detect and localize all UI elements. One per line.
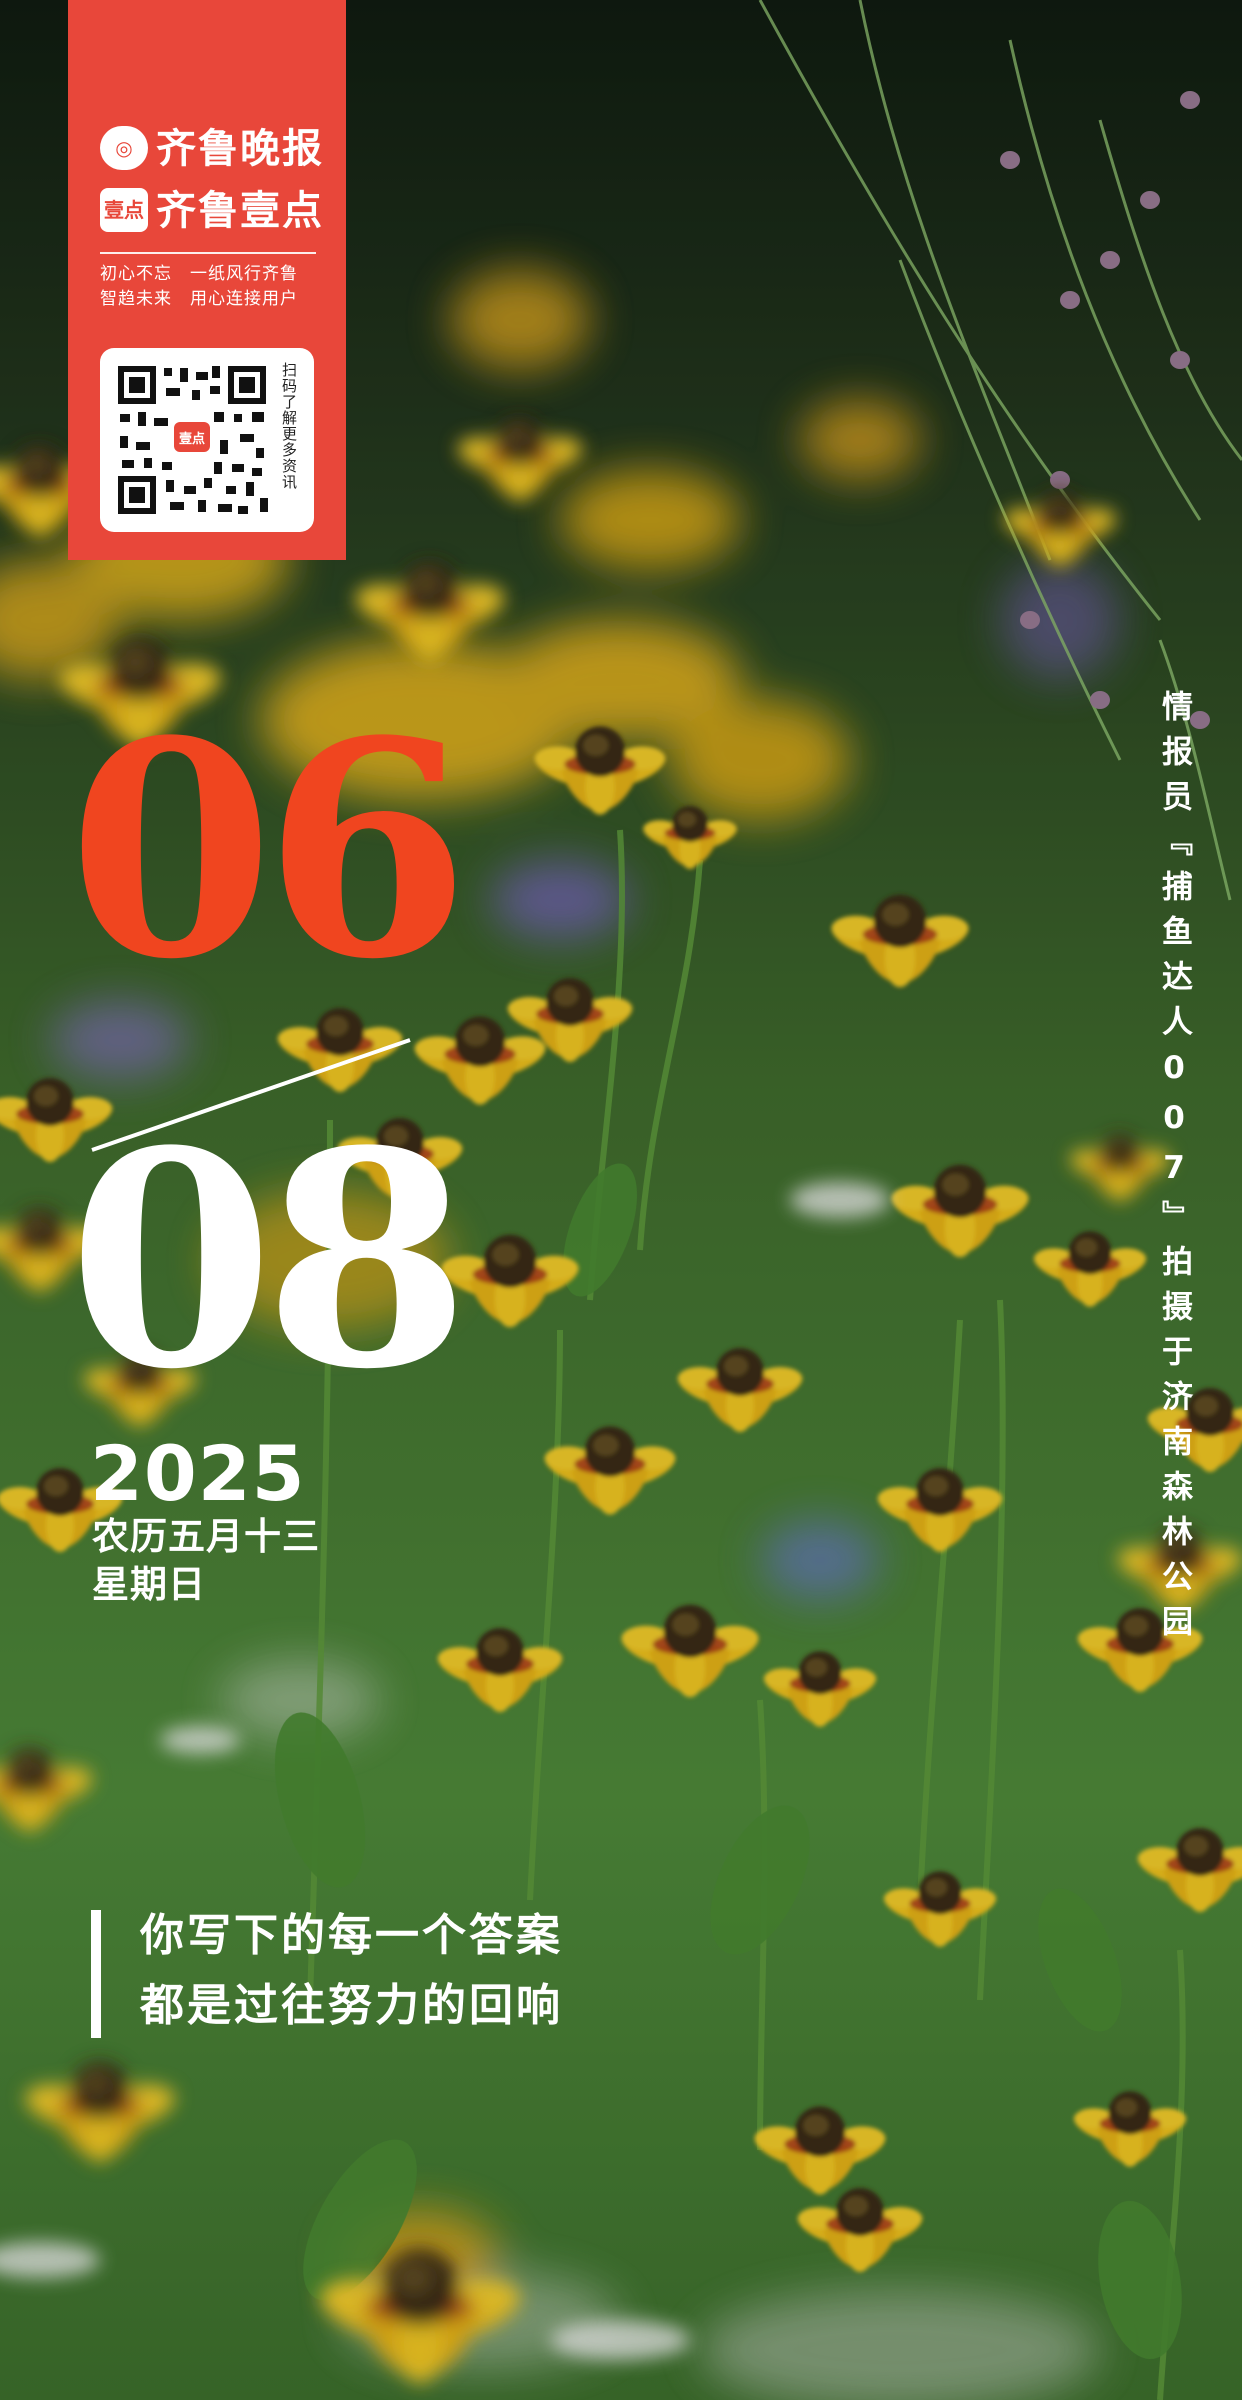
app-mark-icon: 壹点 <box>100 188 148 232</box>
app-name: 齐鲁壹点 <box>156 188 324 234</box>
day-number: 06 <box>68 676 470 1024</box>
divider <box>100 252 316 254</box>
quote-line-1: 你写下的每一个答案 <box>140 1910 563 1961</box>
app-logo: 壹点 齐鲁壹点 <box>100 188 322 238</box>
slogan-line-2: 智趋未来 用心连接用户 <box>100 289 298 309</box>
slogan-line-1: 初心不忘 一纸风行齐鲁 <box>100 264 298 284</box>
quote-line-2: 都是过往努力的回响 <box>140 1980 563 2031</box>
brand-card: ◎ 齐鲁晚报 壹点 齐鲁壹点 初心不忘 一纸风行齐鲁 智趋未来 用心连接用户 壹… <box>68 0 346 560</box>
qr-caption: 扫码了解更多资讯 <box>280 362 298 490</box>
lunar-date: 农历五月十三 <box>92 1515 320 1558</box>
weekday: 星期日 <box>92 1563 206 1606</box>
swirl-logo-icon: ◎ <box>100 126 148 170</box>
year: 2025 <box>90 1429 306 1518</box>
newspaper-name: 齐鲁晚报 <box>156 126 324 172</box>
qr-code-icon[interactable]: 壹点 <box>114 362 270 518</box>
month-number: 08 <box>68 1086 470 1434</box>
quote-accent-bar <box>91 1910 101 2038</box>
newspaper-logo: ◎ 齐鲁晚报 <box>100 126 322 176</box>
qr-center-mark: 壹点 <box>179 431 205 447</box>
photo-credit: 情报员『捕鱼达人007』拍摄于济南森林公园 <box>1156 690 1192 1650</box>
qr-code-box[interactable]: 壹点 扫码了解更多资讯 <box>100 348 314 532</box>
